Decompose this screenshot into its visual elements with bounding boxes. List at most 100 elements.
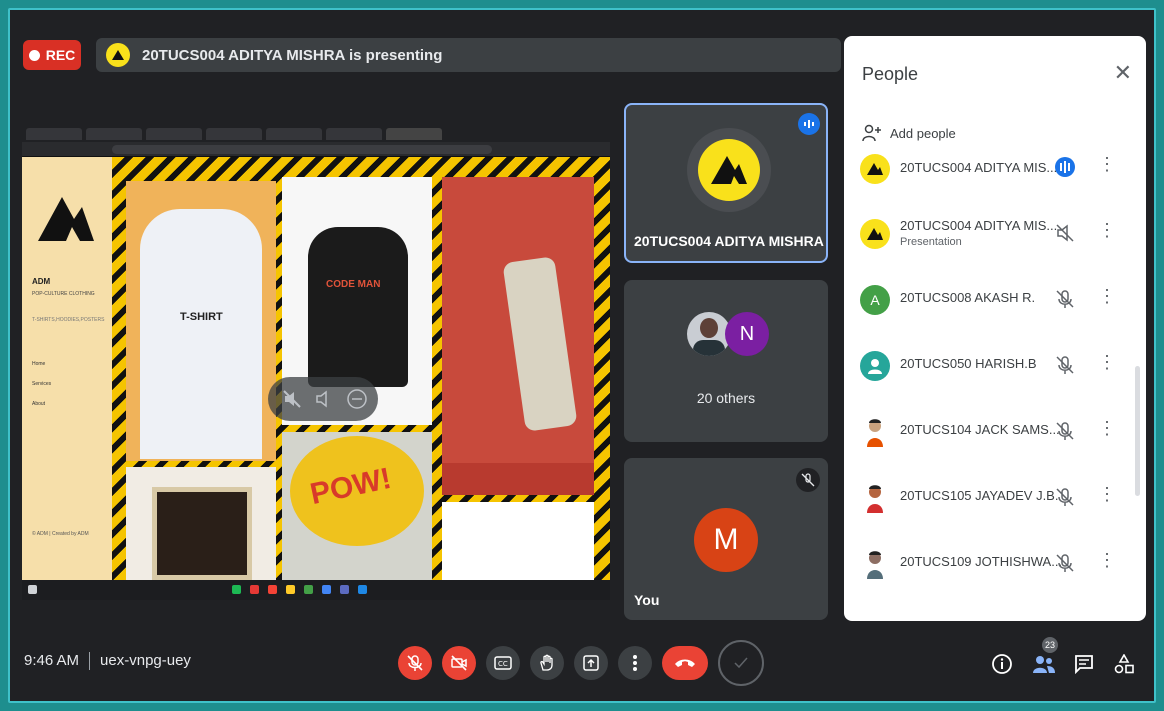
mic-off-icon <box>1056 290 1074 308</box>
present-icon <box>583 655 599 671</box>
blank-tile <box>442 502 594 580</box>
checkmark-icon <box>734 657 748 669</box>
web-nav-home: Home <box>32 361 46 367</box>
camera-toggle-button[interactable] <box>442 646 476 680</box>
more-options-icon[interactable]: ⋮ <box>1098 220 1116 241</box>
participant-row[interactable]: 20TUCS104 JACK SAMS... ⋮ <box>844 398 1146 464</box>
browser-tab <box>146 128 202 140</box>
more-options-icon[interactable]: ⋮ <box>1098 484 1116 505</box>
participant-avatar <box>860 549 890 579</box>
mic-off-icon <box>1056 356 1074 374</box>
mic-off-icon <box>407 655 423 671</box>
people-scrollbar[interactable] <box>1135 366 1140 496</box>
captions-button[interactable]: CC <box>486 646 520 680</box>
taskbar-app-icon <box>268 585 277 594</box>
more-options-icon[interactable]: ⋮ <box>1098 154 1116 175</box>
participant-row[interactable]: 20TUCS050 HARISH.B ⋮ <box>844 332 1146 398</box>
participant-row[interactable]: 20TUCS004 ADITYA MIS... Presentation ⋮ <box>844 200 1146 266</box>
browser-tab <box>86 128 142 140</box>
taskbar-app-icon <box>322 585 331 594</box>
participant-avatar-n: N <box>725 312 769 356</box>
presenting-text: 20TUCS004 ADITYA MISHRA is presenting <box>142 46 443 64</box>
web-categories: T-SHIRTS,HOODIES,POSTERS <box>32 317 105 323</box>
tshirt-label: T-SHIRT <box>180 311 223 323</box>
others-tile[interactable]: N 20 others <box>624 280 828 442</box>
add-people-label: Add people <box>890 125 956 141</box>
participants-list: 20TUCS004 ADITYA MIS... ⋮ 20TUCS004 ADIT… <box>844 144 1146 596</box>
more-options-icon[interactable]: ⋮ <box>1098 550 1116 571</box>
participant-row[interactable]: 20TUCS105 JAYADEV J.B. ⋮ <box>844 464 1146 530</box>
presenter-avatar <box>698 139 760 201</box>
people-panel-title: People <box>862 64 919 84</box>
mic-off-icon <box>1056 422 1074 440</box>
webpage-sidebar: ADM POP-CULTURE CLOTHING T-SHIRTS,HOODIE… <box>22 157 112 580</box>
features-bar <box>442 463 594 495</box>
participant-name: 20TUCS104 JACK SAMS... <box>900 422 1060 437</box>
pow-product: POW! <box>282 432 432 580</box>
participant-row[interactable]: A 20TUCS008 AKASH R. ⋮ <box>844 266 1146 332</box>
presenter-avatar-ring <box>687 128 771 212</box>
mic-off-icon <box>1056 488 1074 506</box>
participant-avatar <box>860 483 890 513</box>
address-pill <box>112 144 492 154</box>
mic-off-icon <box>796 468 820 492</box>
participant-name: 20TUCS050 HARISH.B <box>900 356 1037 371</box>
shared-screen[interactable]: ADM POP-CULTURE CLOTHING T-SHIRTS,HOODIE… <box>22 126 610 600</box>
windows-start-icon <box>28 585 37 594</box>
activities-button[interactable] <box>1112 652 1136 676</box>
web-brand: ADM <box>32 277 51 286</box>
meeting-details-button[interactable] <box>990 652 1014 676</box>
self-tile[interactable]: M You <box>624 458 828 620</box>
phonecase-product <box>442 177 594 495</box>
people-button[interactable] <box>1032 652 1056 676</box>
browser-tab <box>26 128 82 140</box>
mic-toggle-button[interactable] <box>398 646 432 680</box>
people-icon <box>1033 656 1055 673</box>
participant-name: 20TUCS004 ADITYA MIS... <box>900 160 1058 175</box>
self-label: You <box>634 592 660 608</box>
others-count: 20 others <box>696 390 756 406</box>
extension-button[interactable] <box>718 640 764 686</box>
minus-circle-icon[interactable] <box>346 388 368 410</box>
camera-off-icon <box>451 655 467 671</box>
raise-hand-button[interactable] <box>530 646 564 680</box>
participant-subtitle: Presentation <box>900 236 962 248</box>
taskbar-app-icon <box>304 585 313 594</box>
present-now-button[interactable] <box>574 646 608 680</box>
presenter-overlay-controls[interactable] <box>268 377 378 421</box>
close-icon[interactable]: ✕ <box>1114 60 1132 86</box>
chat-button[interactable] <box>1072 652 1096 676</box>
presenter-tile[interactable]: 20TUCS004 ADITYA MISHRA <box>624 103 828 263</box>
participant-name: 20TUCS105 JAYADEV J.B. <box>900 488 1059 503</box>
recording-indicator[interactable]: REC <box>23 40 81 70</box>
taskbar-app-icon <box>340 585 349 594</box>
poster-image <box>152 487 252 580</box>
more-options-button[interactable] <box>618 646 652 680</box>
participant-row[interactable]: 20TUCS004 ADITYA MIS... ⋮ <box>844 144 1146 200</box>
speaking-indicator-icon <box>798 113 820 135</box>
self-avatar: M <box>694 508 758 572</box>
more-options-icon[interactable]: ⋮ <box>1098 352 1116 373</box>
volume-off-icon[interactable] <box>282 389 302 409</box>
hang-up-icon <box>675 659 695 667</box>
more-options-icon[interactable]: ⋮ <box>1098 286 1116 307</box>
participant-row[interactable]: 20TUCS109 JOTHISHWA... ⋮ <box>844 530 1146 596</box>
leave-call-button[interactable] <box>662 646 708 680</box>
chat-icon <box>1075 655 1093 674</box>
taskbar-app-icon <box>286 585 295 594</box>
adm-logo-icon <box>38 197 94 241</box>
volume-muted-icon[interactable] <box>314 389 334 409</box>
more-options-icon[interactable]: ⋮ <box>1098 418 1116 439</box>
browser-tab <box>266 128 322 140</box>
participant-avatar <box>860 219 890 249</box>
activities-icon <box>1114 654 1134 674</box>
add-people-button[interactable]: Add people <box>862 124 956 142</box>
people-panel: People ✕ Add people 20TUCS004 ADITYA MIS… <box>844 36 1146 621</box>
more-vert-icon <box>633 655 637 671</box>
tshirt-image <box>140 209 262 459</box>
phonecase-image <box>502 256 578 432</box>
meeting-info: 9:46 AM uex-vnpg-uey <box>24 652 191 671</box>
captions-icon: CC <box>494 656 512 670</box>
taskbar-app-icon <box>232 585 241 594</box>
browser-tab-active <box>386 128 442 140</box>
